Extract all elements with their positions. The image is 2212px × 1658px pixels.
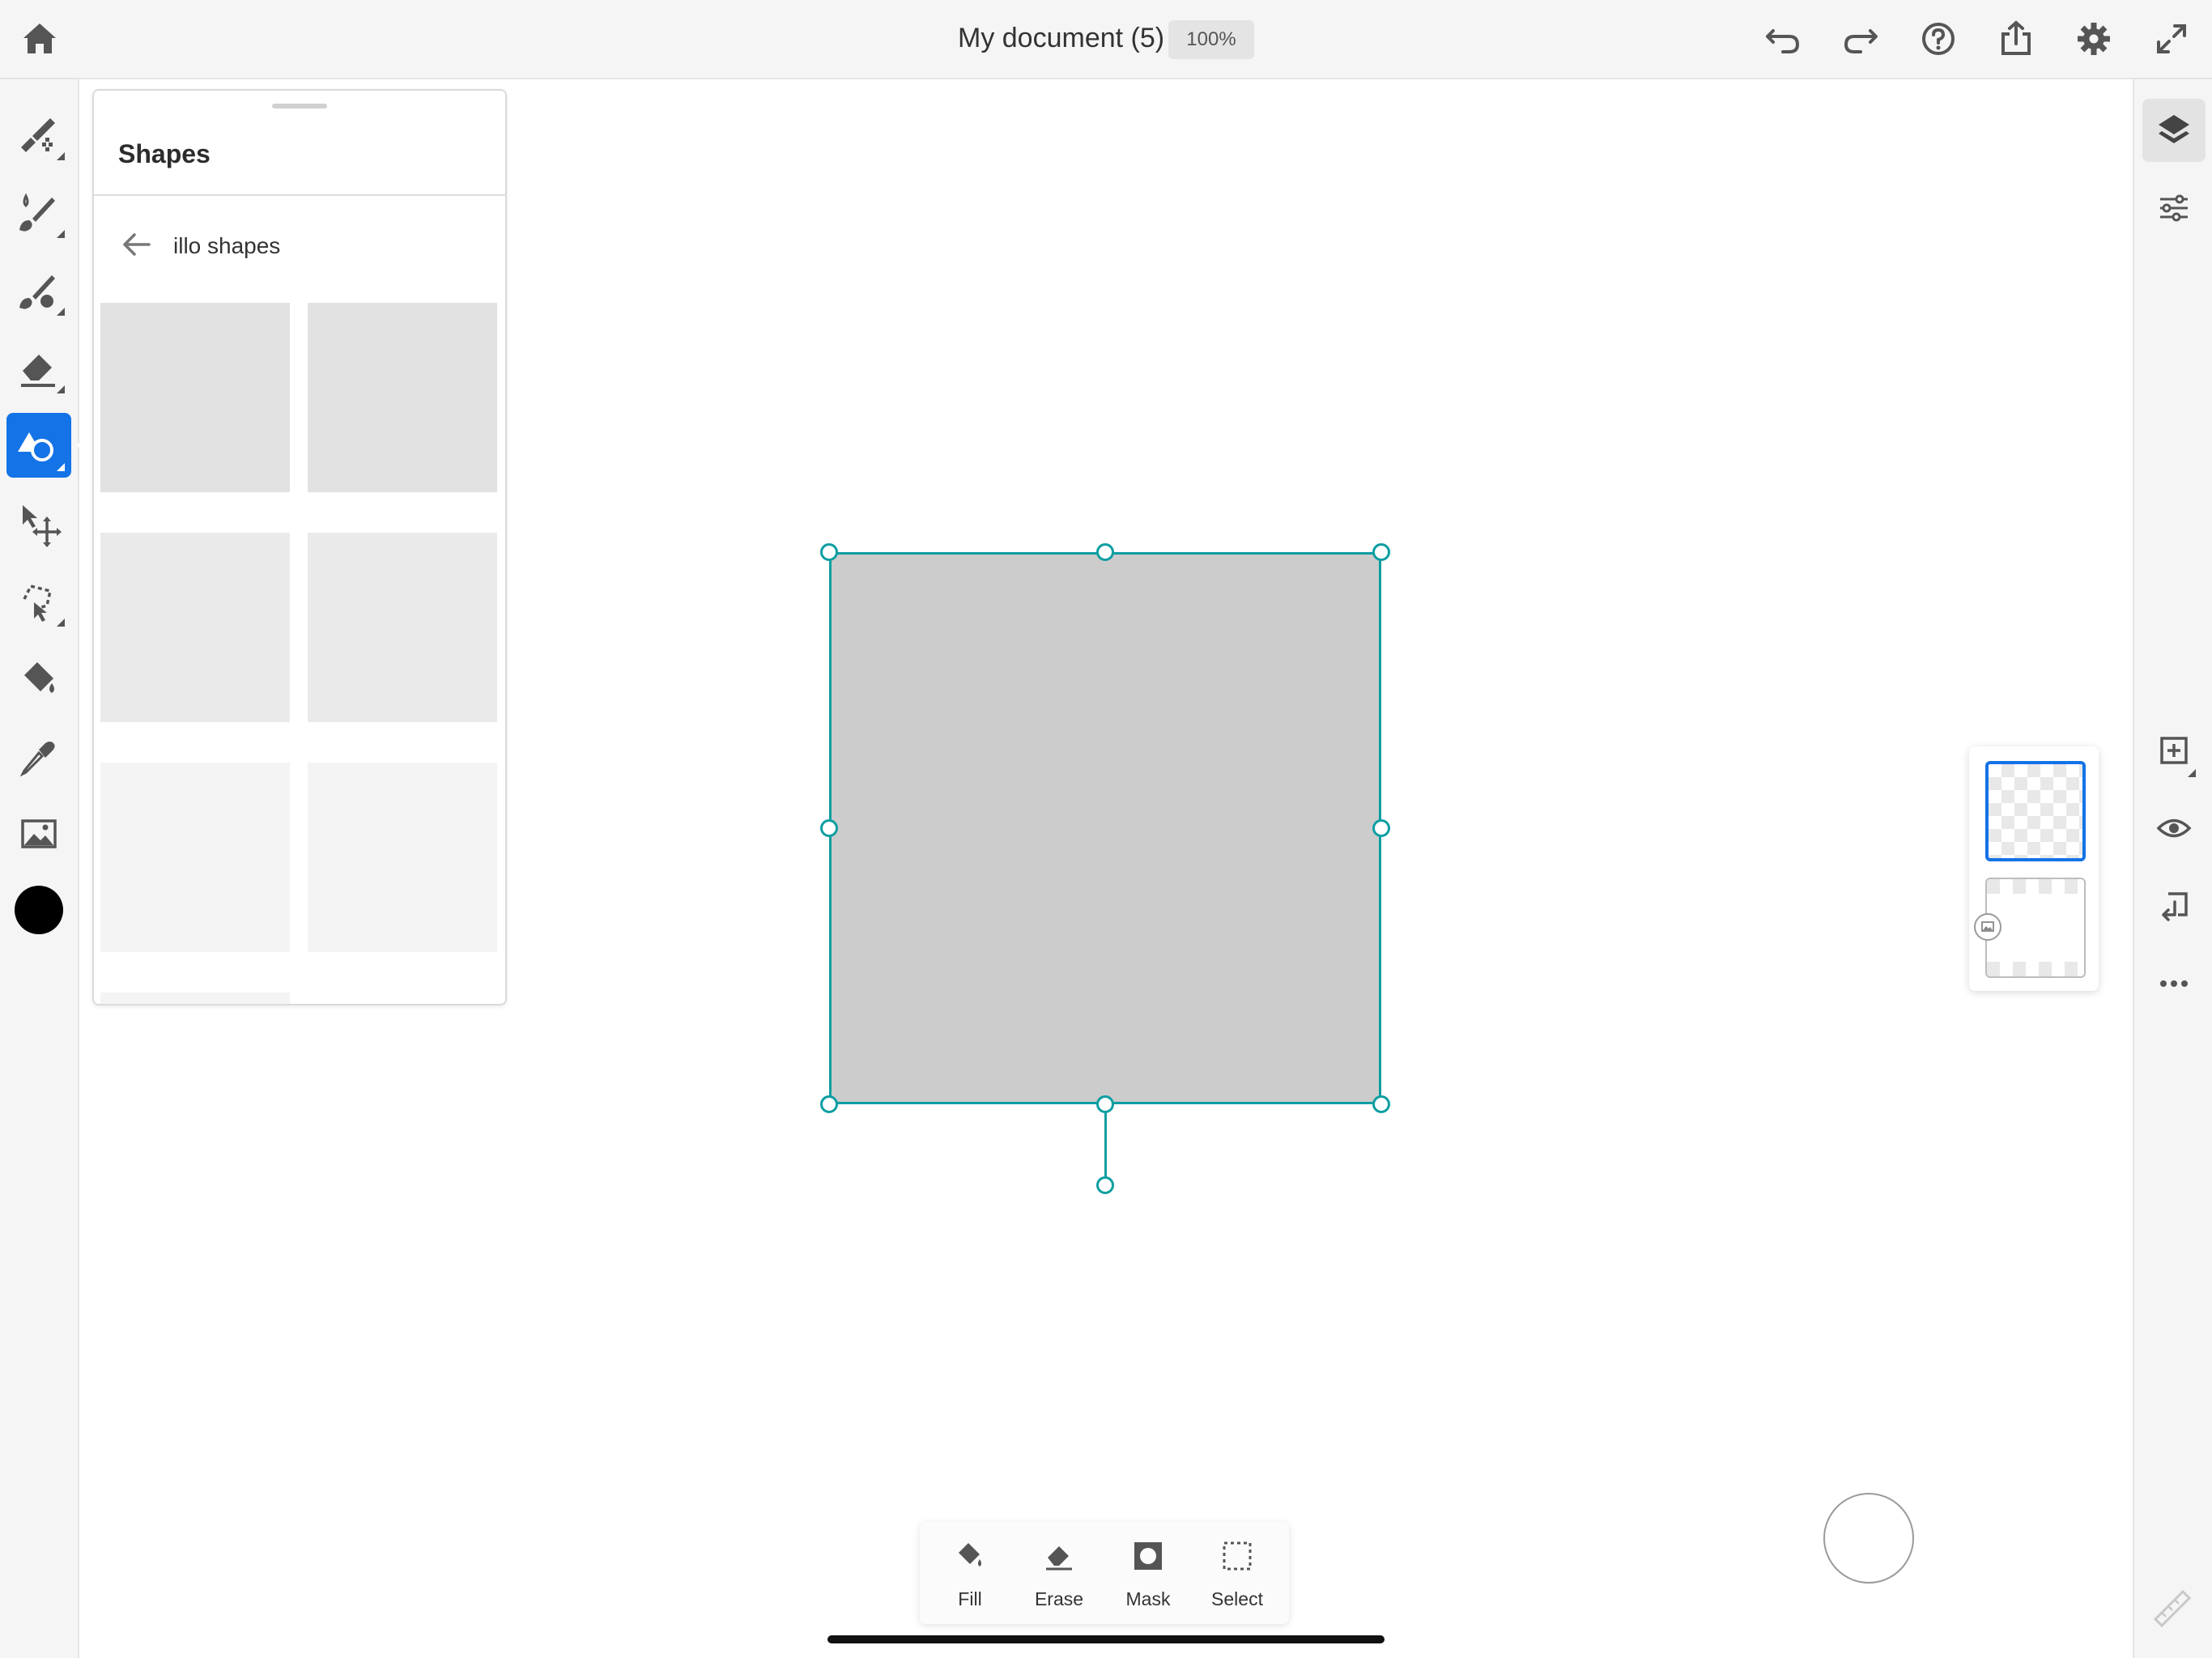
zoom-level[interactable]: 100% xyxy=(1168,20,1254,59)
fullscreen-icon[interactable] xyxy=(2149,16,2194,62)
selected-shape[interactable] xyxy=(829,552,1381,1104)
panel-pointer xyxy=(76,434,91,457)
shape-thumbnail[interactable] xyxy=(308,533,497,722)
layers-stack xyxy=(1969,746,2099,991)
add-layer-icon[interactable] xyxy=(2142,719,2206,782)
select-label: Select xyxy=(1211,1588,1263,1609)
rotate-handle[interactable] xyxy=(1096,1176,1114,1194)
settings-icon[interactable] xyxy=(2071,16,2116,62)
folder-name: illo shapes xyxy=(173,233,281,258)
shape-thumbnail[interactable] xyxy=(100,763,290,952)
redo-icon[interactable] xyxy=(1838,16,1883,62)
fill-label: Fill xyxy=(958,1588,982,1609)
panel-title: Shapes xyxy=(118,139,211,168)
erase-label: Erase xyxy=(1034,1588,1084,1609)
resize-handle[interactable] xyxy=(1372,543,1390,561)
erase-button[interactable]: Erase xyxy=(1019,1522,1100,1624)
merge-down-icon[interactable] xyxy=(2142,874,2206,937)
undo-icon[interactable] xyxy=(1760,16,1806,62)
mask-button[interactable]: Mask xyxy=(1108,1522,1189,1624)
layers-icon[interactable] xyxy=(2142,99,2206,162)
drag-handle[interactable] xyxy=(272,104,327,108)
top-bar: My document (5) 100% xyxy=(0,0,2212,79)
resize-handle[interactable] xyxy=(1096,543,1114,561)
pixel-brush-icon[interactable] xyxy=(6,102,71,167)
fill-button[interactable]: Fill xyxy=(929,1522,1010,1624)
action-bar: Fill Erase Mask Select xyxy=(920,1522,1289,1624)
home-indicator xyxy=(827,1635,1385,1643)
layer-thumbnail-active[interactable] xyxy=(1985,761,2086,861)
shape-thumbnail[interactable] xyxy=(100,303,290,492)
ruler-icon[interactable] xyxy=(2150,1587,2193,1629)
resize-handle[interactable] xyxy=(1096,1095,1114,1113)
transform-icon[interactable] xyxy=(6,491,71,555)
shapes-panel: Shapes illo shapes xyxy=(92,89,507,1005)
help-icon[interactable] xyxy=(1916,16,1961,62)
shape-thumbnail[interactable] xyxy=(308,303,497,492)
shapes-icon[interactable] xyxy=(6,413,71,478)
divider xyxy=(94,194,505,196)
image-icon[interactable] xyxy=(6,801,71,866)
visibility-icon[interactable] xyxy=(2142,797,2206,860)
live-brush-icon[interactable] xyxy=(6,180,71,244)
share-icon[interactable] xyxy=(1993,16,2039,62)
resize-handle[interactable] xyxy=(1372,819,1390,837)
shape-thumbnail[interactable] xyxy=(100,993,290,1004)
eyedropper-icon[interactable] xyxy=(6,724,71,789)
shape-thumbnail[interactable] xyxy=(100,533,290,722)
eraser-icon[interactable] xyxy=(6,335,71,400)
layer-properties-icon[interactable] xyxy=(2142,176,2206,240)
photo-layer-icon xyxy=(1974,913,2001,941)
fill-icon[interactable] xyxy=(6,646,71,711)
document-title[interactable]: My document (5) xyxy=(958,23,1164,54)
rotate-stem xyxy=(1104,1104,1107,1185)
shape-thumbnail[interactable] xyxy=(308,763,497,952)
home-icon[interactable] xyxy=(17,16,62,62)
resize-handle[interactable] xyxy=(820,819,838,837)
left-toolbar xyxy=(0,79,79,1658)
vector-brush-icon[interactable] xyxy=(6,257,71,322)
lasso-select-icon[interactable] xyxy=(6,568,71,633)
mask-label: Mask xyxy=(1125,1588,1171,1609)
resize-handle[interactable] xyxy=(1372,1095,1390,1113)
resize-handle[interactable] xyxy=(820,1095,838,1113)
resize-handle[interactable] xyxy=(820,543,838,561)
back-arrow-icon[interactable] xyxy=(118,227,154,262)
select-button[interactable]: Select xyxy=(1197,1522,1278,1624)
more-icon[interactable] xyxy=(2142,952,2206,1015)
right-panel xyxy=(2133,79,2212,1658)
color-swatch[interactable] xyxy=(15,886,63,934)
touch-shortcut[interactable] xyxy=(1823,1493,1914,1584)
